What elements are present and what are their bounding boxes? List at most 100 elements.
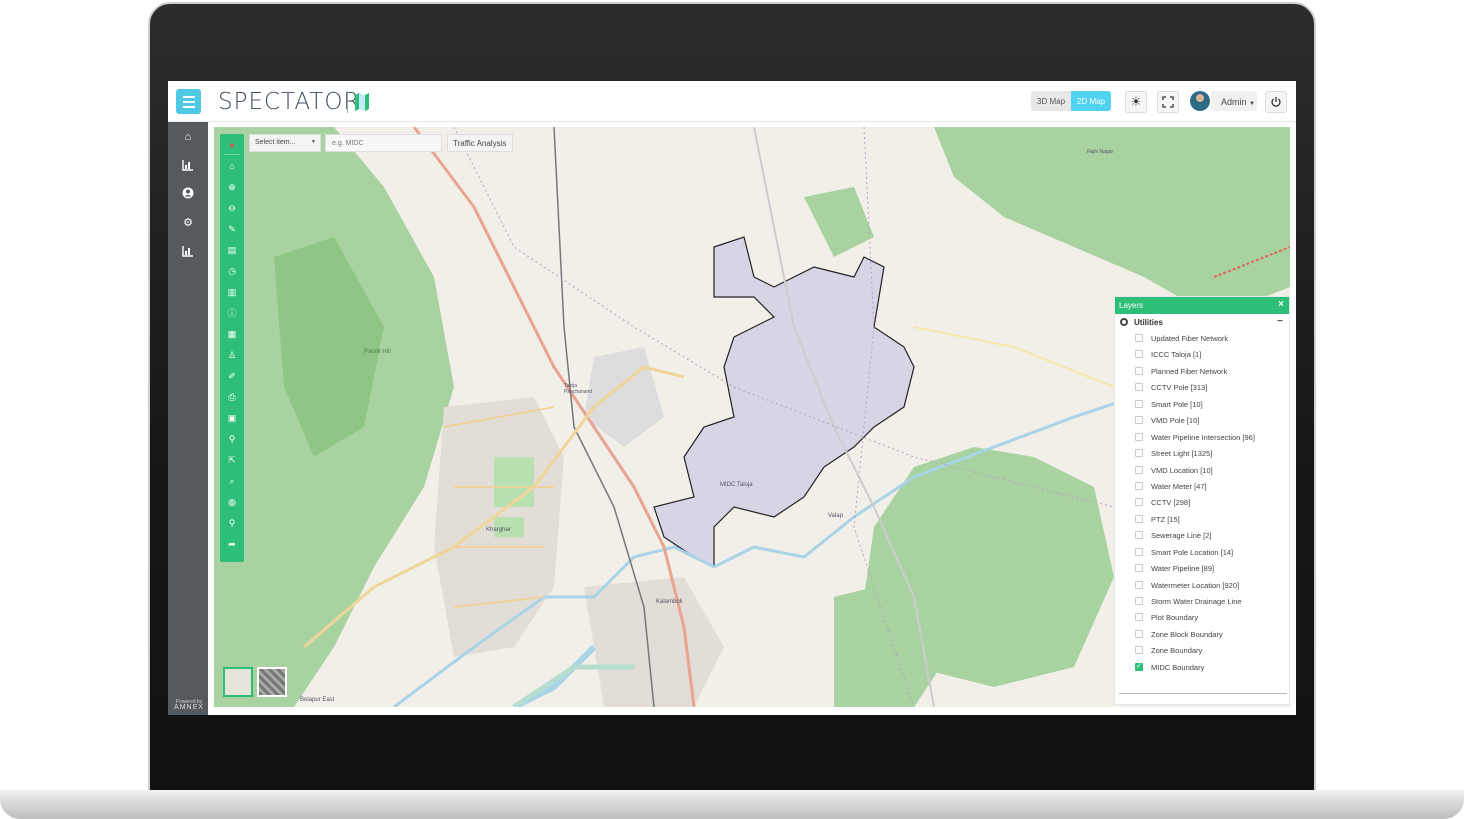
info-icon[interactable]: ⓘ <box>226 307 238 319</box>
layer-label: Water Pipeline Intersection [96] <box>1151 432 1255 442</box>
layer-select-dropdown[interactable]: Select item... <box>249 134 321 152</box>
layer-checkbox[interactable] <box>1135 416 1143 425</box>
route-icon[interactable]: ⚲ <box>226 433 238 445</box>
layer-checkbox[interactable] <box>1135 514 1143 523</box>
layer-label: ICCC Taloja [1] <box>1151 350 1202 360</box>
layer-checkbox[interactable] <box>1135 547 1143 556</box>
collapse-icon[interactable]: − <box>1277 316 1283 327</box>
logo-divider <box>347 91 348 113</box>
layer-group-label: Utilities <box>1134 318 1163 327</box>
basemap-switcher <box>223 667 289 699</box>
layer-item[interactable]: Zone Boundary <box>1115 642 1289 658</box>
layer-item[interactable]: PTZ [15] <box>1115 511 1289 527</box>
layer-item[interactable]: MIDC Boundary <box>1115 659 1289 675</box>
map-search-input[interactable] <box>325 134 442 152</box>
home-icon[interactable]: ⌂ <box>181 130 195 144</box>
layer-item[interactable]: CCTV Pole [313] <box>1115 379 1289 395</box>
layer-item[interactable]: Sewerage Line [2] <box>1115 527 1289 543</box>
layer-item[interactable]: Water Pipeline [89] <box>1115 560 1289 576</box>
chart-icon[interactable] <box>181 159 195 173</box>
layer-label: Street Light [1325] <box>1151 449 1213 459</box>
layer-item[interactable]: ICCC Taloja [1] <box>1115 346 1289 362</box>
layer-checkbox[interactable] <box>1135 613 1143 622</box>
layer-checkbox[interactable] <box>1135 646 1143 655</box>
layer-item[interactable]: Smart Pole Location [14] <box>1115 544 1289 560</box>
layer-item[interactable]: Water Meter [47] <box>1115 478 1289 494</box>
layer-checkbox[interactable] <box>1135 498 1143 507</box>
map-2d-button[interactable]: 2D Map <box>1071 91 1112 111</box>
layer-checkbox[interactable] <box>1135 334 1143 342</box>
layer-checkbox[interactable] <box>1135 564 1143 573</box>
map-label-kalamboli: Kalamboli <box>656 599 683 605</box>
layer-checkbox[interactable] <box>1135 662 1143 671</box>
clock-icon[interactable]: ◷ <box>226 265 238 277</box>
record-icon[interactable]: ● <box>226 139 238 151</box>
close-icon[interactable]: × <box>1278 299 1284 310</box>
home-icon[interactable]: ⌂ <box>226 160 238 172</box>
measure-icon[interactable]: ✎ <box>226 223 238 235</box>
layer-checkbox[interactable] <box>1135 449 1143 458</box>
layer-item[interactable]: Zone Block Boundary <box>1115 626 1289 642</box>
layer-item[interactable]: VMD Location [10] <box>1115 462 1289 478</box>
layer-label: Water Meter [47] <box>1151 481 1207 491</box>
zoom-out-icon[interactable]: ⊖ <box>226 202 238 214</box>
layers-icon[interactable]: ▥ <box>226 286 238 298</box>
map-3d-button[interactable]: 3D Map <box>1031 91 1072 111</box>
building-icon[interactable]: ▣ <box>226 412 238 424</box>
chart-icon[interactable] <box>181 245 195 259</box>
user-icon[interactable] <box>181 187 195 201</box>
map-label-kharghar: Kharghar <box>486 527 511 533</box>
satellite-basemap-thumbnail[interactable] <box>257 667 287 697</box>
share-icon[interactable]: ➦ <box>226 538 238 550</box>
gears-icon[interactable]: ⚙ <box>181 216 195 230</box>
export-icon[interactable]: ⇱ <box>226 454 238 466</box>
fullscreen-button[interactable] <box>1157 91 1179 113</box>
layer-checkbox[interactable] <box>1135 465 1143 474</box>
layer-checkbox[interactable] <box>1135 629 1143 638</box>
user-menu-button[interactable]: Admin ▼ <box>1211 91 1257 111</box>
globe-icon[interactable]: ◍ <box>226 496 238 508</box>
layer-group-utilities[interactable]: Utilities − <box>1115 314 1289 330</box>
pencil-icon[interactable]: ✐ <box>226 370 238 382</box>
user-avatar[interactable] <box>1190 91 1210 111</box>
brightness-button[interactable]: ☀ <box>1125 91 1147 113</box>
layer-item[interactable]: Updated Fiber Network <box>1115 330 1289 346</box>
power-button[interactable] <box>1265 91 1287 113</box>
layer-item[interactable]: Storm Water Drainage Line <box>1115 593 1289 609</box>
layer-checkbox[interactable] <box>1135 399 1143 408</box>
user-pin-icon[interactable]: ♙ <box>226 349 238 361</box>
layer-item[interactable]: VMD Pole [10] <box>1115 412 1289 428</box>
traffic-analysis-button[interactable]: Traffic Analysis <box>447 134 513 152</box>
layer-item[interactable]: Smart Pole [10] <box>1115 396 1289 412</box>
zoom-in-icon[interactable]: ⊕ <box>226 181 238 193</box>
layer-item[interactable]: Planned Fiber Network <box>1115 363 1289 379</box>
layer-item[interactable]: Street Light [1325] <box>1115 445 1289 461</box>
layer-checkbox[interactable] <box>1135 350 1143 359</box>
map-icon[interactable]: ▤ <box>226 244 238 256</box>
layer-checkbox[interactable] <box>1135 366 1143 375</box>
layer-checkbox[interactable] <box>1135 481 1143 490</box>
layer-checkbox[interactable] <box>1135 597 1143 605</box>
layers-title: Layers <box>1119 301 1144 310</box>
layer-item[interactable]: CCTV [298] <box>1115 494 1289 510</box>
document-icon[interactable]: ▦ <box>226 328 238 340</box>
print-icon[interactable]: ⎙ <box>226 391 238 403</box>
location-icon[interactable]: ⚲ <box>226 517 238 529</box>
layer-label: Sewerage Line [2] <box>1151 531 1212 541</box>
left-sidebar: ⌂ ⚙ Powered by AMNEX <box>168 122 208 715</box>
layer-checkbox[interactable] <box>1135 383 1143 392</box>
map-label-valap: Valap <box>828 513 843 519</box>
layer-label: Water Pipeline [89] <box>1151 564 1215 574</box>
map-tool-strip: ● ⌂ ⊕ ⊖ ✎ ▤ ◷ ▥ ⓘ ▦ ♙ ✐ ⎙ ▣ ⚲ ⇱ ⌕ ◍ ⚲ ➦ <box>220 134 244 562</box>
search-area-icon[interactable]: ⌕ <box>226 475 238 487</box>
layer-item[interactable]: Plot Boundary <box>1115 609 1289 625</box>
layer-item[interactable]: Watermeter Location [920] <box>1115 577 1289 593</box>
layer-item[interactable]: Water Pipeline Intersection [96] <box>1115 429 1289 445</box>
layer-checkbox[interactable] <box>1135 580 1143 589</box>
hamburger-menu-button[interactable] <box>176 89 201 114</box>
layer-checkbox[interactable] <box>1135 432 1143 441</box>
street-basemap-thumbnail[interactable] <box>223 667 253 697</box>
map-mode-toggle: 3D Map 2D Map <box>1031 91 1112 111</box>
layer-label: Storm Water Drainage Line <box>1151 597 1242 606</box>
layer-checkbox[interactable] <box>1135 531 1143 540</box>
